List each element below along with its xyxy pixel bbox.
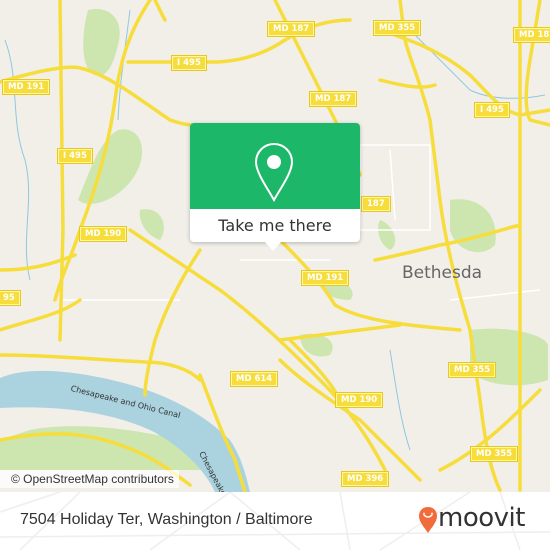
location-popup: Take me there: [190, 123, 360, 251]
shield-md-190-bottom: MD 190: [336, 393, 383, 407]
map-pin-icon: [254, 142, 294, 203]
shield-md-396: MD 396: [342, 472, 389, 486]
shield-i-495-right: I 495: [475, 103, 509, 117]
address-title: 7504 Holiday Ter, Washington / Baltimore: [20, 511, 313, 528]
shield-i-495-edge: 95: [0, 291, 20, 305]
moovit-logo[interactable]: moovit: [418, 503, 538, 538]
bethesda-label: Bethesda: [402, 263, 483, 283]
shield-md-191-left: MD 191: [3, 80, 50, 94]
popup-tail: [265, 242, 281, 251]
shield-i-495-top: I 495: [172, 56, 206, 70]
shield-md-187-center: 187: [362, 197, 390, 211]
moovit-pin-icon: [419, 507, 437, 533]
moovit-wordmark: moovit: [438, 503, 525, 533]
osm-attribution[interactable]: © OpenStreetMap contributors: [0, 470, 179, 488]
shield-md-191-center: MD 191: [302, 271, 349, 285]
shield-md-355-bottom: MD 355: [471, 447, 518, 461]
shield-md-187-top: MD 187: [268, 22, 315, 36]
shield-md-187-topright: MD 187: [514, 28, 550, 42]
take-me-there-button[interactable]: Take me there: [190, 209, 360, 242]
shield-md-614: MD 614: [231, 372, 278, 386]
footer-bar: 7504 Holiday Ter, Washington / Baltimore…: [0, 492, 550, 550]
shield-md-355-top: MD 355: [374, 21, 421, 35]
popup-header: [190, 123, 360, 209]
shield-i-495-left: I 495: [58, 149, 92, 163]
shield-md-190-left: MD 190: [80, 227, 127, 241]
shield-md-355-right: MD 355: [449, 363, 496, 377]
shield-md-187-mid: MD 187: [310, 92, 357, 106]
